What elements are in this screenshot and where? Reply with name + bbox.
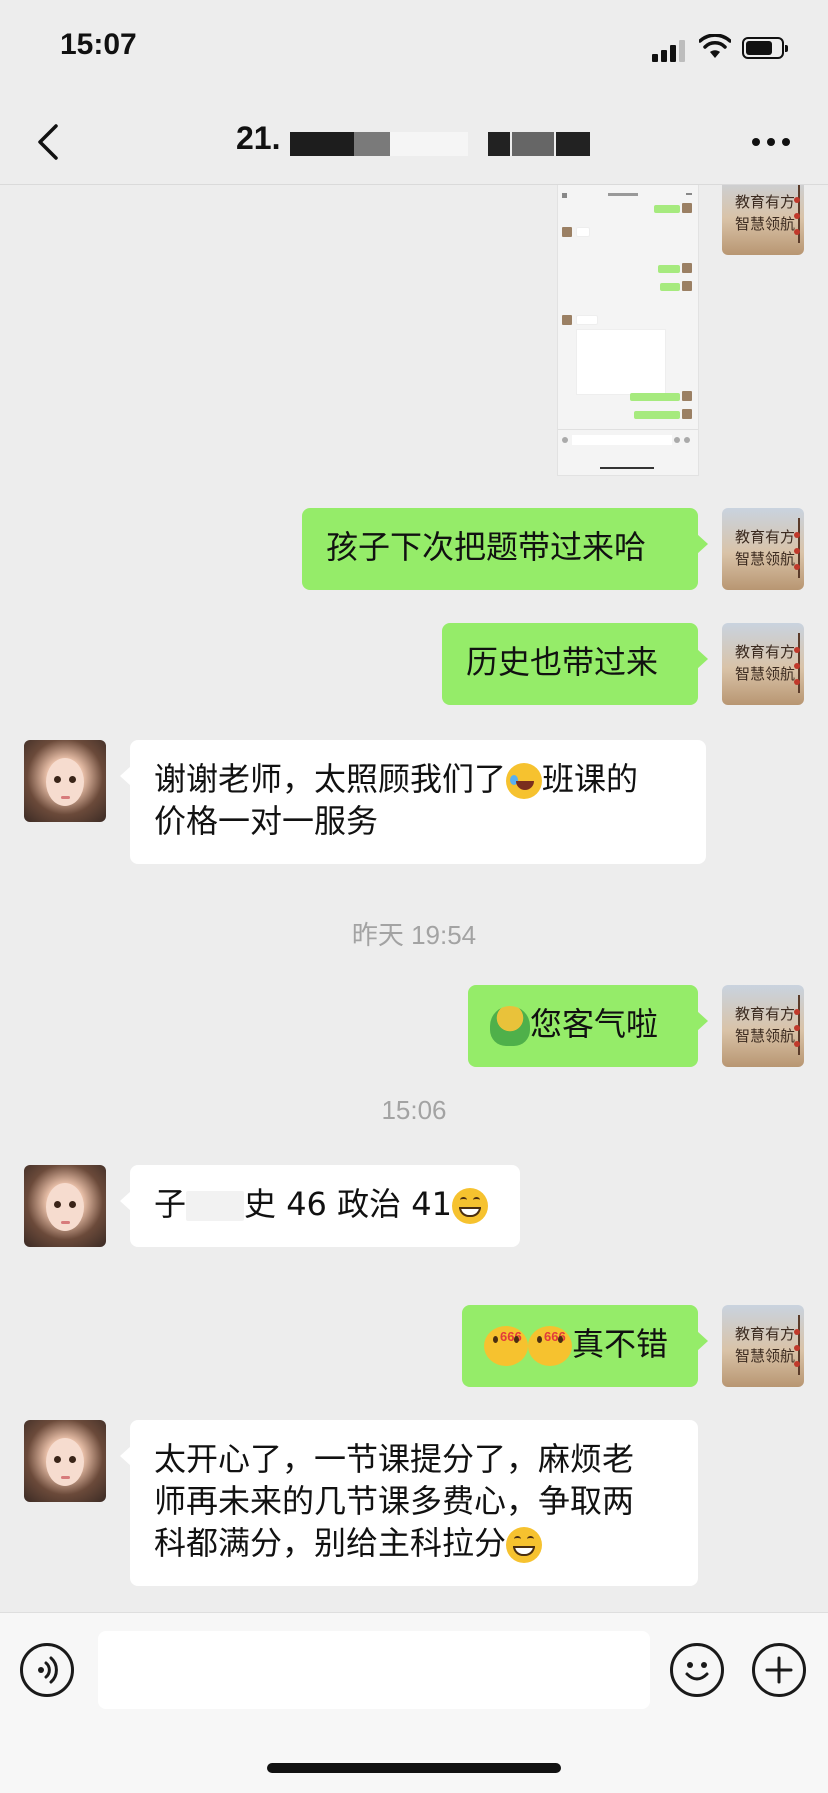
grinning-emoji xyxy=(451,1188,488,1224)
666-emoji: 666 xyxy=(484,1326,528,1366)
message-text: 史 46 政治 41 xyxy=(244,1185,452,1223)
laughing-crying-emoji xyxy=(506,763,543,799)
contact-avatar[interactable] xyxy=(24,740,106,822)
grinning-emoji xyxy=(506,1527,543,1563)
contact-avatar[interactable] xyxy=(24,1165,106,1247)
chat-title: 21. xyxy=(236,120,281,156)
chat-header: 21. xyxy=(0,100,828,185)
message-input[interactable] xyxy=(98,1631,650,1709)
battery-level xyxy=(746,41,772,55)
title-redaction xyxy=(290,132,354,156)
my-avatar[interactable]: 教育有方 智慧领航 xyxy=(722,185,804,255)
contact-avatar[interactable] xyxy=(24,1420,106,1502)
message-bubble[interactable]: 谢谢老师，太照顾我们了 班课的 价格一对一服务 xyxy=(120,740,706,864)
message-text: 谢谢老师，太照顾我们了 xyxy=(154,760,507,798)
my-avatar[interactable]: 教育有方 智慧领航 xyxy=(722,1305,804,1387)
ellipsis-icon[interactable] xyxy=(752,138,792,148)
message-bubble[interactable]: 历史也带过来 xyxy=(442,623,708,705)
message-text: 科都满分，别给主科拉分 xyxy=(154,1524,507,1562)
emoji-face-icon[interactable] xyxy=(670,1643,724,1697)
voice-icon[interactable] xyxy=(20,1643,74,1697)
message-list[interactable]: 教育有方 智慧领航 教育有方 智慧领航 孩子下次把题带过来哈 教育有方 智慧领航 历史… xyxy=(0,185,828,1610)
message-bubble[interactable]: 太开心了，一节课提分了，麻烦老 师再未来的几节课多费心，争取两 科都满分，别给主… xyxy=(120,1420,698,1586)
plus-icon[interactable] xyxy=(752,1643,806,1697)
title-redaction xyxy=(556,132,590,156)
message-bubble[interactable]: 子 史 46 政治 41 xyxy=(120,1165,520,1247)
battery-icon xyxy=(742,37,788,59)
message-text: 真不错 xyxy=(572,1325,669,1363)
message-bubble[interactable]: 666 666 真不错 xyxy=(462,1305,708,1387)
message-text: 历史也带过来 xyxy=(466,643,659,681)
title-redaction xyxy=(488,132,510,156)
message-bubble[interactable]: 您客气啦 xyxy=(468,985,708,1067)
home-indicator[interactable] xyxy=(267,1763,561,1773)
message-text: 太开心了，一节课提分了，麻烦老 xyxy=(154,1440,635,1478)
title-redaction xyxy=(512,132,554,156)
status-bar: 15:07 xyxy=(0,0,828,100)
title-redaction xyxy=(390,132,468,156)
title-redaction xyxy=(354,132,390,156)
message-text: 班课的 xyxy=(542,760,639,798)
message-text: 子 xyxy=(154,1185,187,1223)
666-emoji: 666 xyxy=(528,1326,572,1366)
wifi-icon xyxy=(699,34,731,58)
chevron-left-icon[interactable] xyxy=(30,122,70,162)
timestamp: 昨天 19:54 xyxy=(351,920,477,950)
message-text: 孩子下次把题带过来哈 xyxy=(326,528,647,566)
my-avatar[interactable]: 教育有方 智慧领航 xyxy=(722,508,804,590)
my-avatar[interactable]: 教育有方 智慧领航 xyxy=(722,623,804,705)
text-redaction xyxy=(186,1191,245,1221)
message-text: 您客气啦 xyxy=(530,1005,659,1043)
message-text: 价格一对一服务 xyxy=(154,802,379,840)
my-avatar[interactable]: 教育有方 智慧领航 xyxy=(722,985,804,1067)
input-bar xyxy=(0,1612,828,1793)
cellular-signal-icon xyxy=(652,40,688,62)
message-text: 师再未来的几节课多费心，争取两 xyxy=(154,1482,635,1520)
message-bubble[interactable]: 孩子下次把题带过来哈 xyxy=(302,508,708,590)
chat-screenshot-thumbnail[interactable] xyxy=(557,185,699,476)
status-time: 15:07 xyxy=(60,28,137,61)
timestamp: 15:06 xyxy=(381,1095,447,1125)
green-figure-emoji xyxy=(490,1006,530,1046)
